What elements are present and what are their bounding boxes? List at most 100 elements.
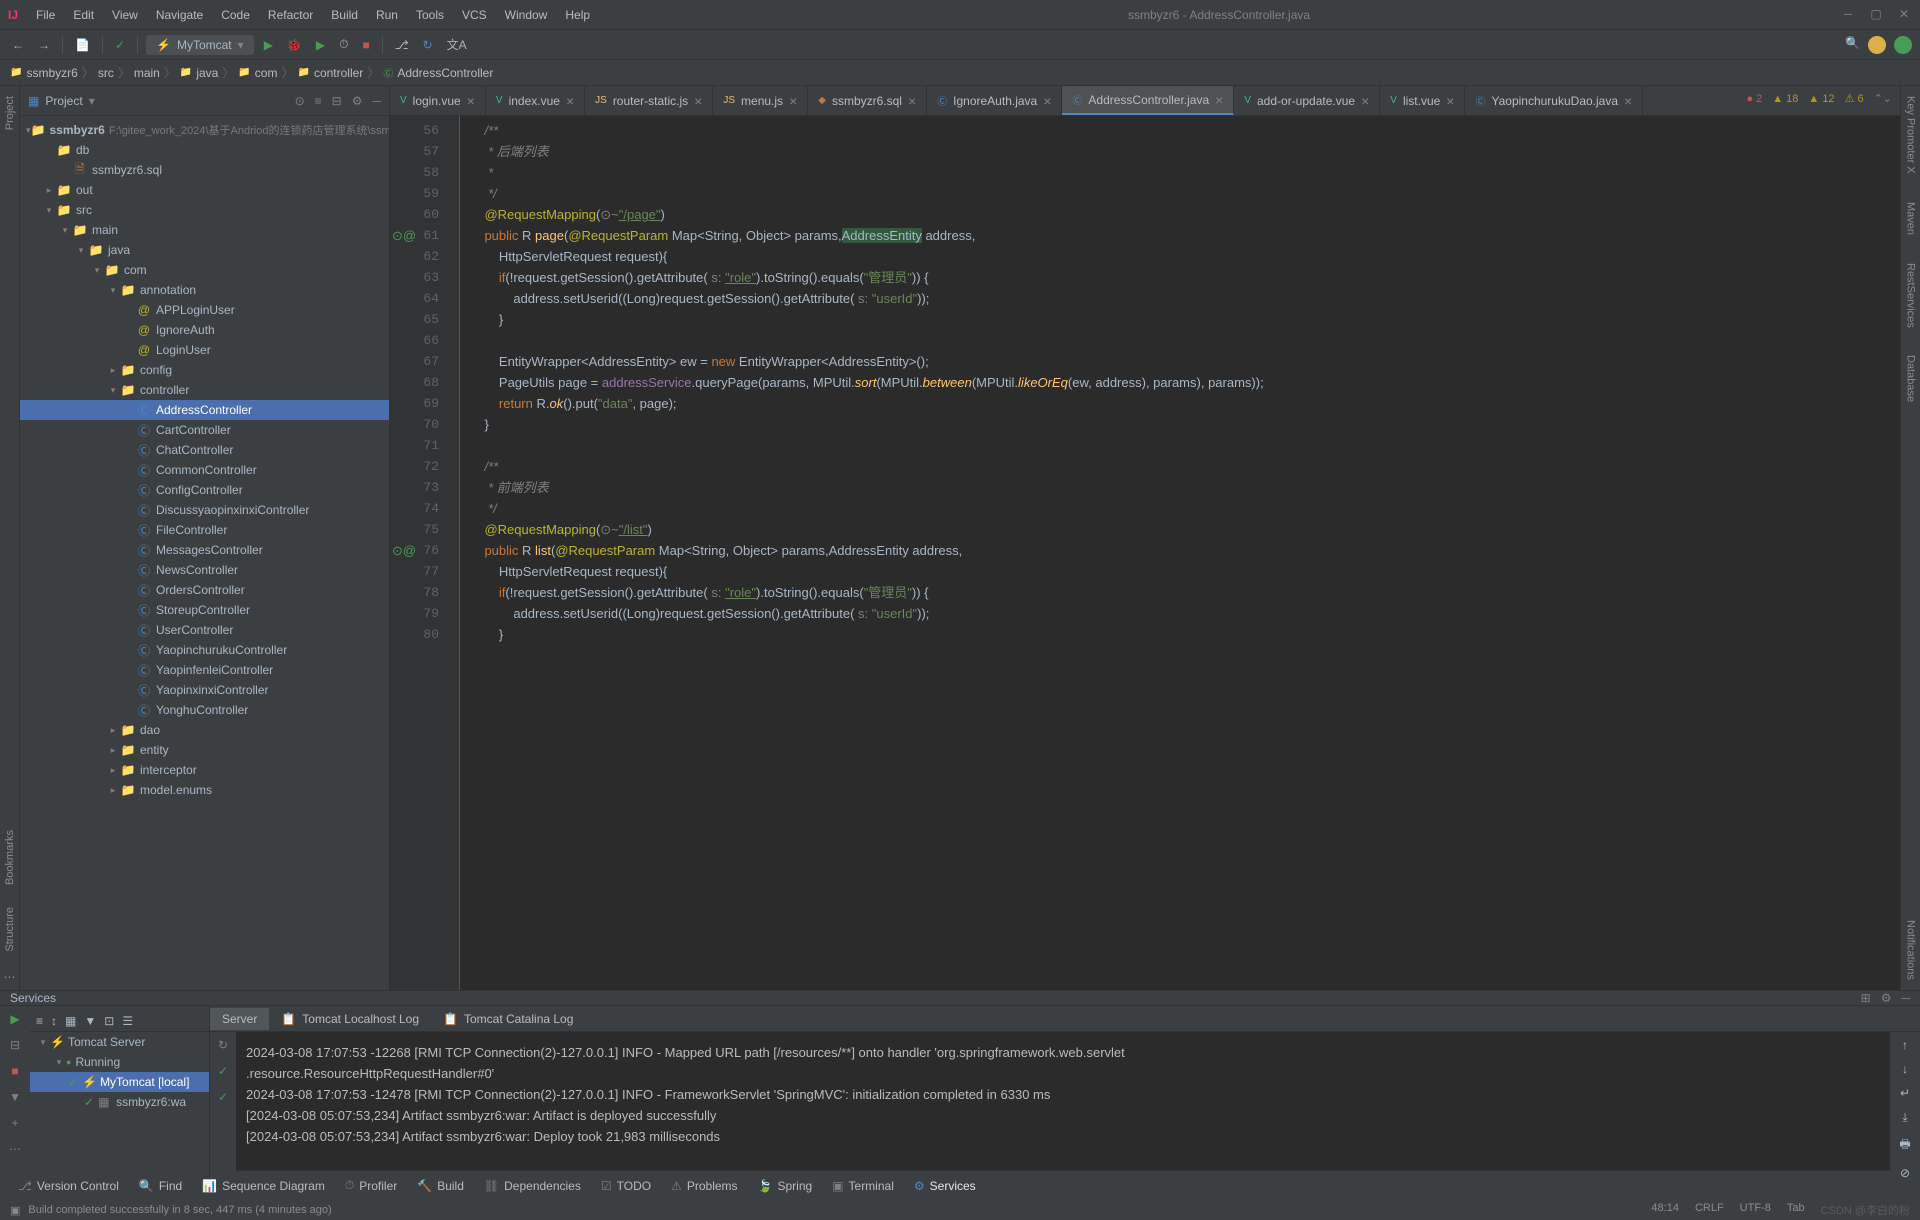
tree-node-loginuser[interactable]: @LoginUser — [20, 340, 389, 360]
tree-node-cartcontroller[interactable]: ⒸCartController — [20, 420, 389, 440]
print-icon[interactable]: 🖶 — [1899, 1135, 1910, 1156]
clear-icon[interactable]: ⊘ — [1900, 1166, 1910, 1180]
menu-edit[interactable]: Edit — [65, 4, 102, 26]
tree-node-configcontroller[interactable]: ⒸConfigController — [20, 480, 389, 500]
bottombar-dependencies[interactable]: ⛓Dependencies — [476, 1175, 589, 1197]
profile-button[interactable]: ⏱ — [335, 33, 352, 56]
bottombar-spring[interactable]: 🍃Spring — [750, 1175, 821, 1197]
debug-icon[interactable]: ⊟ — [10, 1038, 20, 1052]
menu-code[interactable]: Code — [213, 4, 258, 26]
breadcrumb-item[interactable]: 📁controller — [297, 66, 363, 80]
tree-node-out[interactable]: ▸📁out — [20, 180, 389, 200]
bottombar-services[interactable]: ⚙Services — [906, 1175, 984, 1197]
menu-navigate[interactable]: Navigate — [148, 4, 211, 26]
tree-node-config[interactable]: ▸📁config — [20, 360, 389, 380]
editor-tab-list.vue[interactable]: Vlist.vue× — [1380, 86, 1465, 115]
tab-close-icon[interactable]: × — [789, 93, 797, 109]
indent-setting[interactable]: Tab — [1787, 1202, 1805, 1218]
view-icon[interactable]: ⊡ — [104, 1014, 114, 1028]
collapse-icon[interactable]: ↕ — [51, 1014, 57, 1028]
editor-tab-IgnoreAuth.java[interactable]: ⒸIgnoreAuth.java× — [927, 86, 1062, 115]
tree-node-usercontroller[interactable]: ⒸUserController — [20, 620, 389, 640]
cursor-position[interactable]: 48:14 — [1651, 1202, 1679, 1218]
editor-tab-index.vue[interactable]: Vindex.vue× — [486, 86, 585, 115]
menu-view[interactable]: View — [104, 4, 146, 26]
tree-node-yaopinxinxicontroller[interactable]: ⒸYaopinxinxiController — [20, 680, 389, 700]
tree-node-yaopinchurukucontroller[interactable]: ⒸYaopinchurukuController — [20, 640, 389, 660]
scroll-down-icon[interactable]: ↓ — [1902, 1062, 1908, 1076]
tree-node-controller[interactable]: ▾📁controller — [20, 380, 389, 400]
bottombar-terminal[interactable]: ▣Terminal — [824, 1175, 902, 1197]
close-icon[interactable]: ✕ — [1896, 7, 1912, 23]
bottombar-problems[interactable]: ⚠Problems — [663, 1175, 745, 1197]
tree-node-messagescontroller[interactable]: ⒸMessagesController — [20, 540, 389, 560]
editor-tab-router-static.js[interactable]: JSrouter-static.js× — [585, 86, 713, 115]
structure-tool-tab[interactable]: Structure — [2, 903, 18, 956]
tab-close-icon[interactable]: × — [694, 93, 702, 109]
stop-button[interactable]: ■ — [358, 34, 373, 56]
breadcrumb-item[interactable]: 📁java — [180, 66, 218, 80]
services-tab-server[interactable]: Server — [210, 1008, 269, 1030]
expand-icon[interactable]: ≡ — [36, 1014, 43, 1028]
bottombar-sequence-diagram[interactable]: 📊Sequence Diagram — [194, 1175, 333, 1197]
tab-close-icon[interactable]: × — [467, 93, 475, 109]
collapse-all-icon[interactable]: ⊟ — [332, 94, 342, 108]
tree-node-annotation[interactable]: ▾📁annotation — [20, 280, 389, 300]
tree-node-newscontroller[interactable]: ⒸNewsController — [20, 560, 389, 580]
breadcrumb-item[interactable]: main — [134, 66, 160, 80]
search-icon[interactable]: 🔍 — [1845, 36, 1860, 54]
breadcrumb-item[interactable]: ⒸAddressController — [383, 65, 493, 80]
editor-tab-menu.js[interactable]: JSmenu.js× — [713, 86, 808, 115]
editor-tab-login.vue[interactable]: Vlogin.vue× — [390, 86, 486, 115]
tree-node-entity[interactable]: ▸📁entity — [20, 740, 389, 760]
tab-close-icon[interactable]: × — [1624, 93, 1632, 109]
translate-button[interactable]: 文A — [443, 32, 471, 57]
project-tool-tab[interactable]: Project — [2, 92, 18, 134]
maximize-icon[interactable]: ▢ — [1868, 7, 1884, 23]
debug-button[interactable]: 🐞 — [283, 34, 306, 56]
gear-icon[interactable]: ⚙ — [352, 94, 363, 108]
run-icon[interactable]: ▶ — [10, 1012, 19, 1026]
menu-vcs[interactable]: VCS — [454, 4, 495, 26]
minimize-icon[interactable]: ─ — [1840, 7, 1856, 23]
project-tree[interactable]: ▾ 📁 ssmbyzr6 F:\gitee_work_2024\基于Andrio… — [20, 116, 389, 990]
bookmarks-tool-tab[interactable]: Bookmarks — [2, 826, 18, 889]
layout-icon[interactable]: ⊞ — [1861, 991, 1871, 1005]
tree-node-addresscontroller[interactable]: ⒸAddressController — [20, 400, 389, 420]
gear-icon[interactable]: ⚙ — [1881, 991, 1892, 1005]
hide-panel-icon[interactable]: ─ — [372, 94, 381, 108]
restart-icon[interactable]: ↻ — [218, 1038, 228, 1052]
menu-help[interactable]: Help — [557, 4, 598, 26]
bottombar-todo[interactable]: ☑TODO — [593, 1175, 659, 1197]
services-running-group[interactable]: ▾● Running — [30, 1052, 209, 1072]
tree-node-ssmbyzr6.sql[interactable]: 🗎ssmbyzr6.sql — [20, 160, 389, 180]
services-tree-root[interactable]: ▾⚡ Tomcat Server — [30, 1032, 209, 1052]
maven-tool-tab[interactable]: Maven — [1903, 198, 1919, 239]
tree-node-db[interactable]: 📁db — [20, 140, 389, 160]
tree-node-src[interactable]: ▾📁src — [20, 200, 389, 220]
chevron-icon[interactable]: ⌃⌄ — [1874, 92, 1892, 105]
reload-button[interactable]: ↻ — [419, 34, 437, 56]
tab-close-icon[interactable]: × — [1043, 93, 1051, 109]
line-separator[interactable]: CRLF — [1695, 1202, 1724, 1218]
expand-all-icon[interactable]: ≡ — [315, 94, 322, 108]
menu-file[interactable]: File — [28, 4, 63, 26]
run-button[interactable]: ▶ — [260, 34, 277, 56]
coverage-button[interactable]: ▶ — [312, 34, 329, 56]
editor-tab-add-or-update.vue[interactable]: Vadd-or-update.vue× — [1234, 86, 1380, 115]
vcs-update-button[interactable]: ✓ — [111, 34, 129, 56]
tree-root[interactable]: ▾ 📁 ssmbyzr6 F:\gitee_work_2024\基于Andrio… — [20, 120, 389, 140]
tab-close-icon[interactable]: × — [1215, 92, 1223, 108]
tree-node-yonghucontroller[interactable]: ⒸYonghuController — [20, 700, 389, 720]
bottombar-version-control[interactable]: ⎇Version Control — [10, 1175, 127, 1197]
editor-tab-YaopinchurukuDao.java[interactable]: ⒸYaopinchurukuDao.java× — [1465, 86, 1643, 115]
menu-build[interactable]: Build — [323, 4, 366, 26]
tree-node-ignoreauth[interactable]: @IgnoreAuth — [20, 320, 389, 340]
scroll-to-end-icon[interactable]: ⤓ — [1902, 1110, 1907, 1125]
inspections-widget[interactable]: ●2 ▲18 ▲12 ⚠6 ⌃⌄ — [1747, 92, 1893, 105]
settings-icon[interactable]: ☰ — [122, 1014, 133, 1028]
scroll-up-icon[interactable]: ↑ — [1902, 1038, 1908, 1052]
tree-node-storeupcontroller[interactable]: ⒸStoreupController — [20, 600, 389, 620]
editor-tab-AddressController.java[interactable]: ⒸAddressController.java× — [1062, 86, 1234, 115]
services-tab-tomcat-localhost-log[interactable]: 📋Tomcat Localhost Log — [269, 1008, 431, 1030]
